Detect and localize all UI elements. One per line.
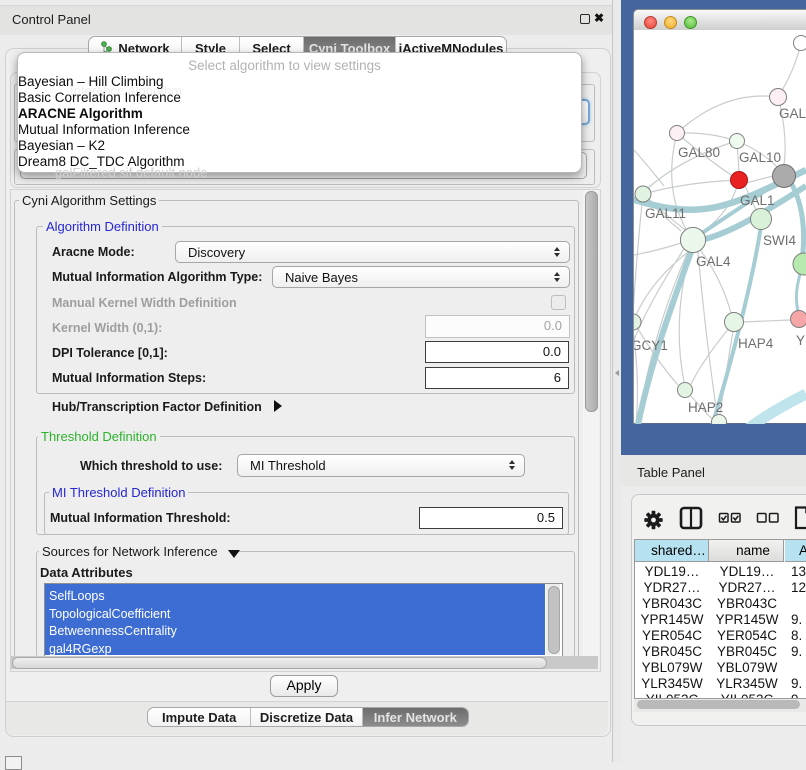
- svg-text:GAL80: GAL80: [678, 145, 720, 160]
- svg-text:HAP4: HAP4: [738, 336, 774, 351]
- svg-text:GAL1: GAL1: [740, 193, 775, 208]
- svg-text:GAL: GAL: [779, 106, 806, 121]
- svg-text:SWI4: SWI4: [763, 233, 796, 248]
- svg-text:HAP2: HAP2: [688, 400, 723, 415]
- svg-text:GCY1: GCY1: [634, 338, 668, 353]
- svg-text:GAL10: GAL10: [739, 150, 781, 165]
- svg-text:Y: Y: [796, 333, 805, 348]
- svg-text:GAL4: GAL4: [696, 254, 731, 269]
- svg-text:GAL11: GAL11: [645, 206, 686, 221]
